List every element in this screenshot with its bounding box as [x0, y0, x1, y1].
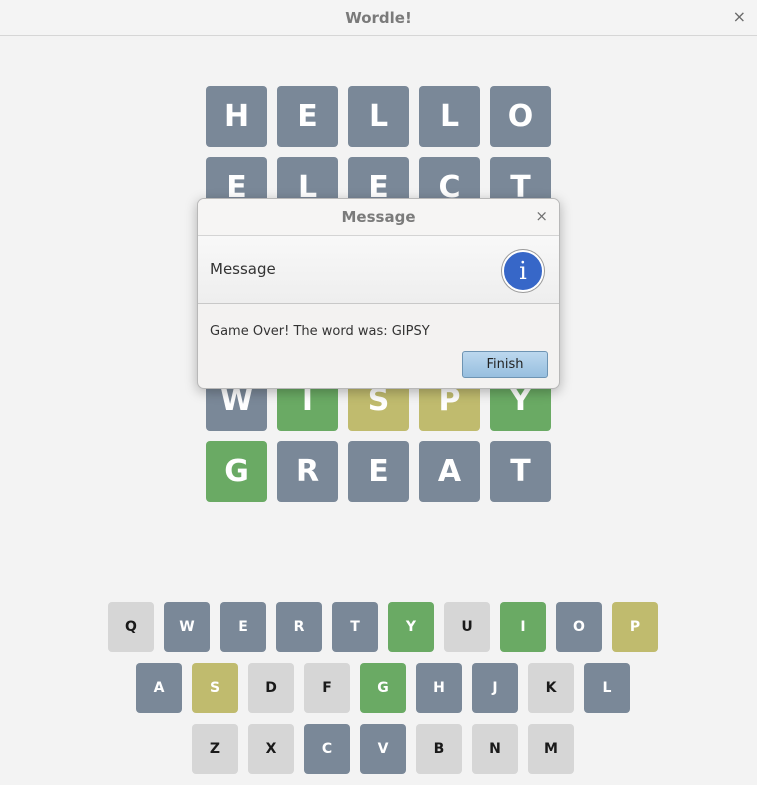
key-o[interactable]: O	[556, 602, 602, 652]
dialog-titlebar: Message ×	[198, 199, 559, 236]
board-tile: L	[348, 86, 409, 147]
key-j[interactable]: J	[472, 663, 518, 713]
key-b[interactable]: B	[416, 724, 462, 774]
key-e[interactable]: E	[220, 602, 266, 652]
board-tile: R	[277, 441, 338, 502]
board-tile: L	[419, 86, 480, 147]
key-n[interactable]: N	[472, 724, 518, 774]
key-m[interactable]: M	[528, 724, 574, 774]
window-title: Wordle!	[345, 9, 412, 27]
board-tile: O	[490, 86, 551, 147]
key-r[interactable]: R	[276, 602, 322, 652]
key-g[interactable]: G	[360, 663, 406, 713]
key-d[interactable]: D	[248, 663, 294, 713]
key-q[interactable]: Q	[108, 602, 154, 652]
key-s[interactable]: S	[192, 663, 238, 713]
key-w[interactable]: W	[164, 602, 210, 652]
key-u[interactable]: U	[444, 602, 490, 652]
message-dialog: Message × Message i Game Over! The word …	[197, 198, 560, 389]
dialog-content-text: Game Over! The word was: GIPSY	[210, 324, 430, 339]
board-tile: E	[277, 86, 338, 147]
dialog-header-text: Message	[210, 260, 276, 278]
board-tile: E	[348, 441, 409, 502]
finish-button[interactable]: Finish	[462, 351, 548, 378]
key-i[interactable]: I	[500, 602, 546, 652]
key-t[interactable]: T	[332, 602, 378, 652]
board-tile: H	[206, 86, 267, 147]
dialog-header: Message i	[198, 236, 559, 304]
key-a[interactable]: A	[136, 663, 182, 713]
key-k[interactable]: K	[528, 663, 574, 713]
key-c[interactable]: C	[304, 724, 350, 774]
key-v[interactable]: V	[360, 724, 406, 774]
key-p[interactable]: P	[612, 602, 658, 652]
info-icon: i	[502, 250, 544, 292]
board-tile: A	[419, 441, 480, 502]
key-x[interactable]: X	[248, 724, 294, 774]
window-close-icon[interactable]: ×	[733, 7, 746, 26]
board-tile: T	[490, 441, 551, 502]
key-y[interactable]: Y	[388, 602, 434, 652]
window-titlebar: Wordle! ×	[0, 0, 757, 36]
key-z[interactable]: Z	[192, 724, 238, 774]
key-f[interactable]: F	[304, 663, 350, 713]
dialog-title: Message	[341, 208, 416, 226]
board-tile: G	[206, 441, 267, 502]
dialog-close-icon[interactable]: ×	[535, 207, 548, 225]
key-l[interactable]: L	[584, 663, 630, 713]
key-h[interactable]: H	[416, 663, 462, 713]
